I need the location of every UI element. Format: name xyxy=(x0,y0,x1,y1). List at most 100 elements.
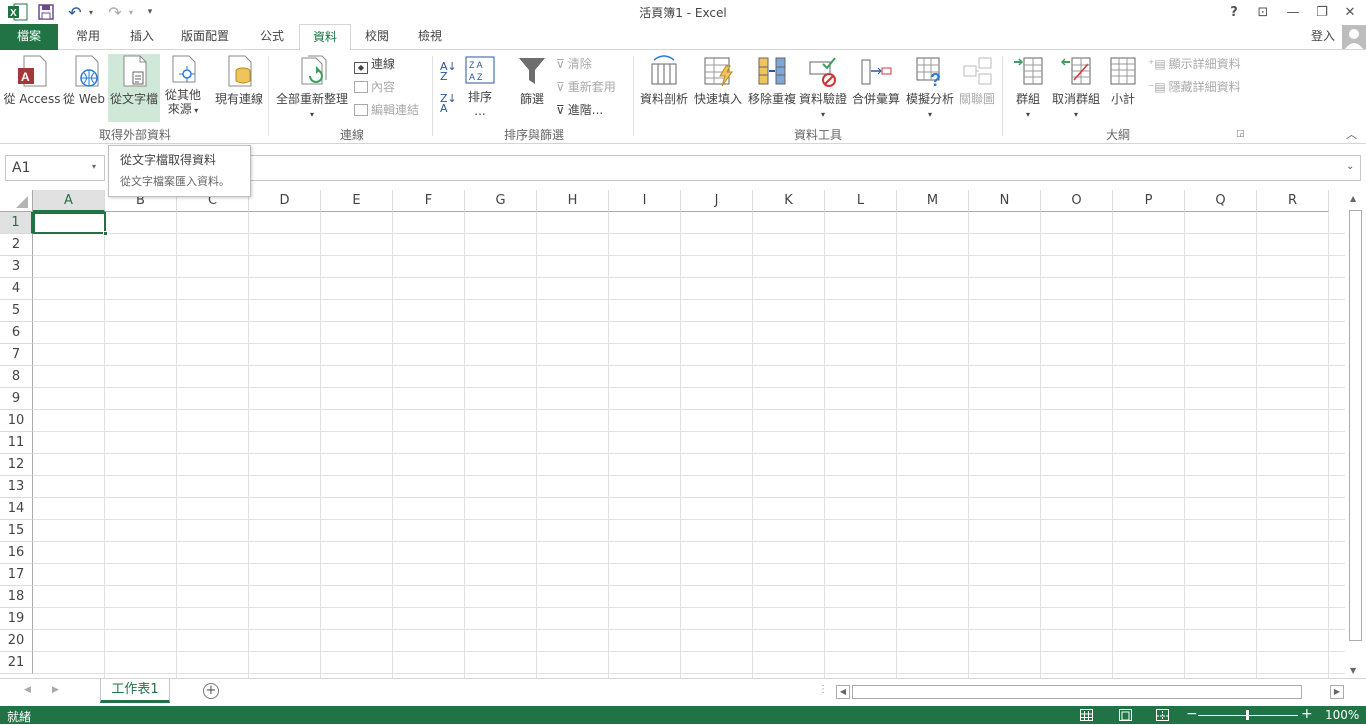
expand-formula-bar-icon[interactable]: ⌄ xyxy=(1346,161,1354,172)
tab-file[interactable]: 檔案 xyxy=(0,24,58,50)
formula-input[interactable] xyxy=(112,155,1361,181)
sort-descending-button[interactable]: Z↓ A xyxy=(440,93,457,114)
connections-button[interactable]: ◆ 連線 xyxy=(354,57,395,74)
minimize-button[interactable]: — xyxy=(1285,3,1301,21)
name-box[interactable]: A1 xyxy=(5,155,105,181)
row-header[interactable]: 9 xyxy=(0,388,33,410)
column-header[interactable]: Q xyxy=(1185,190,1257,212)
row-header[interactable]: 1 xyxy=(0,212,33,234)
row-header[interactable]: 4 xyxy=(0,278,33,300)
active-cell-a1[interactable] xyxy=(33,212,106,234)
zoom-slider-thumb[interactable] xyxy=(1246,710,1249,720)
outline-dialog-launcher-icon[interactable]: ◲ xyxy=(1236,129,1245,139)
group-button[interactable]: 群組 ▾ xyxy=(1008,54,1048,122)
tab-formulas[interactable]: 公式 xyxy=(250,24,294,50)
column-header[interactable]: I xyxy=(609,190,681,212)
refresh-all-button[interactable]: 全部重新整理 ▾ xyxy=(274,54,350,122)
subtotal-button[interactable]: 小計 xyxy=(1104,54,1142,118)
avatar[interactable] xyxy=(1342,25,1366,49)
row-header[interactable]: 16 xyxy=(0,542,33,564)
sort-button[interactable]: Z A A Z 排序... xyxy=(462,54,498,122)
maximize-button[interactable]: ❐ xyxy=(1314,3,1330,21)
remove-duplicates-button[interactable]: 移除重複 xyxy=(746,54,798,118)
zoom-level[interactable]: 100% xyxy=(1325,708,1359,722)
ribbon-display-button[interactable]: ⊡ xyxy=(1255,3,1271,21)
row-header[interactable]: 11 xyxy=(0,432,33,454)
scroll-up-icon[interactable]: ▲ xyxy=(1350,194,1356,203)
column-header[interactable]: O xyxy=(1041,190,1113,212)
from-text-button[interactable]: 從文字檔 xyxy=(108,54,160,122)
fill-handle[interactable] xyxy=(103,231,108,236)
vertical-scrollbar[interactable]: ▲ ▼ xyxy=(1346,190,1366,678)
tab-view[interactable]: 檢視 xyxy=(408,24,452,50)
row-header[interactable]: 3 xyxy=(0,256,33,278)
text-to-columns-button[interactable]: 資料剖析 xyxy=(638,54,690,118)
row-header[interactable]: 13 xyxy=(0,476,33,498)
row-header[interactable]: 18 xyxy=(0,586,33,608)
tab-home[interactable]: 常用 xyxy=(66,24,110,50)
column-header[interactable]: A xyxy=(33,190,105,212)
reapply-button[interactable]: ⊽ 重新套用 xyxy=(556,80,616,94)
collapse-ribbon-icon[interactable]: ︿ xyxy=(1346,126,1357,142)
row-header[interactable]: 5 xyxy=(0,300,33,322)
row-header[interactable]: 10 xyxy=(0,410,33,432)
row-header[interactable]: 20 xyxy=(0,630,33,652)
show-detail-button[interactable]: ⁺▤ 顯示詳細資料 xyxy=(1148,57,1241,71)
add-sheet-icon[interactable]: + xyxy=(203,683,219,699)
column-header[interactable]: R xyxy=(1257,190,1329,212)
normal-view-icon[interactable] xyxy=(1080,709,1093,721)
name-box-dropdown-icon[interactable]: ▾ xyxy=(92,162,96,171)
tab-page-layout[interactable]: 版面配置 xyxy=(172,24,238,50)
column-header[interactable]: F xyxy=(393,190,465,212)
column-header[interactable]: E xyxy=(321,190,393,212)
from-other-sources-button[interactable]: 從其他 來源 ▾ xyxy=(162,54,204,122)
zoom-in-icon[interactable]: + xyxy=(1301,706,1313,722)
flash-fill-button[interactable]: 快速填入 xyxy=(692,54,744,118)
vertical-scroll-thumb[interactable] xyxy=(1349,210,1362,641)
sheet-tab[interactable]: 工作表1 xyxy=(100,679,170,703)
column-header[interactable]: M xyxy=(897,190,969,212)
properties-button[interactable]: 內容 xyxy=(354,80,395,94)
page-layout-view-icon[interactable] xyxy=(1119,709,1132,721)
column-header[interactable]: K xyxy=(753,190,825,212)
row-header[interactable]: 2 xyxy=(0,234,33,256)
consolidate-button[interactable]: 合併彙算 xyxy=(850,54,902,118)
from-web-button[interactable]: 從 Web xyxy=(62,54,106,118)
column-header[interactable]: N xyxy=(969,190,1041,212)
next-sheet-icon[interactable]: ▶ xyxy=(52,685,59,695)
horizontal-scroll-thumb[interactable] xyxy=(852,685,1302,699)
column-header[interactable]: G xyxy=(465,190,537,212)
help-button[interactable]: ? xyxy=(1226,3,1242,21)
column-header[interactable]: L xyxy=(825,190,897,212)
column-header[interactable]: H xyxy=(537,190,609,212)
row-header[interactable]: 14 xyxy=(0,498,33,520)
zoom-out-icon[interactable]: − xyxy=(1186,706,1198,722)
existing-connections-button[interactable]: 現有連線 xyxy=(212,54,266,118)
advanced-filter-button[interactable]: ⊽ 進階... xyxy=(556,103,603,117)
tab-review[interactable]: 校閱 xyxy=(355,24,399,50)
hide-detail-button[interactable]: ⁻▤ 隱藏詳細資料 xyxy=(1148,80,1241,94)
prev-sheet-icon[interactable]: ◀ xyxy=(24,685,31,695)
row-header[interactable]: 8 xyxy=(0,366,33,388)
page-break-view-icon[interactable] xyxy=(1156,709,1169,721)
what-if-analysis-button[interactable]: ? 模擬分析 ▾ xyxy=(904,54,956,122)
data-validation-button[interactable]: 資料驗證 ▾ xyxy=(798,54,848,122)
from-access-button[interactable]: A 從 Access xyxy=(3,54,61,118)
filter-button[interactable]: 篩選 xyxy=(512,54,552,118)
column-header[interactable]: P xyxy=(1113,190,1185,212)
worksheet-grid[interactable]: ABCDEFGHIJKLMNOPQR 1 2 3 4 5 6 7 8 9 10 11 12 13 14 15… xyxy=(0,190,1345,678)
edit-links-button[interactable]: 編輯連結 xyxy=(354,103,419,117)
close-button[interactable]: ✕ xyxy=(1342,3,1358,21)
tab-insert[interactable]: 插入 xyxy=(120,24,164,50)
select-all-corner[interactable] xyxy=(0,190,33,212)
row-header[interactable]: 15 xyxy=(0,520,33,542)
ungroup-button[interactable]: 取消群組 ▾ xyxy=(1050,54,1102,122)
relationships-button[interactable]: 關聯圖 xyxy=(956,54,998,118)
scroll-down-icon[interactable]: ▼ xyxy=(1350,666,1356,675)
row-header[interactable]: 7 xyxy=(0,344,33,366)
column-header[interactable]: D xyxy=(249,190,321,212)
row-header[interactable]: 12 xyxy=(0,454,33,476)
scroll-left-icon[interactable]: ◀ xyxy=(836,685,850,699)
scroll-right-icon[interactable]: ▶ xyxy=(1330,685,1344,699)
sort-ascending-button[interactable]: A↓ Z xyxy=(440,61,457,82)
